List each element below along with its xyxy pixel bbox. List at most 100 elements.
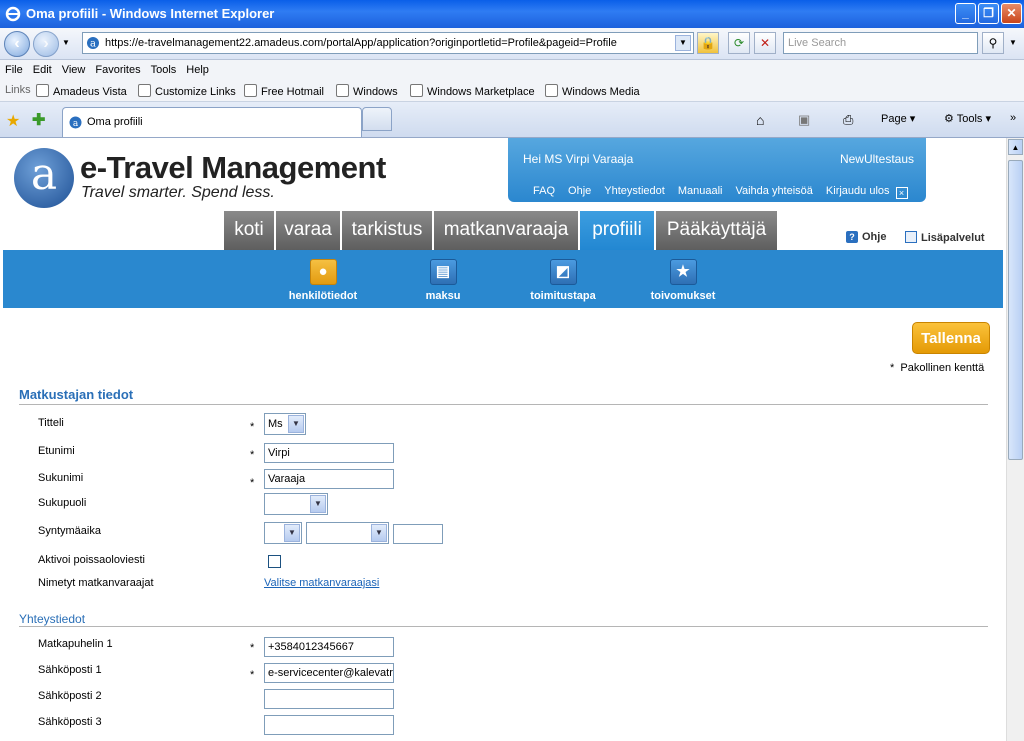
required-star: * — [250, 477, 255, 489]
search-input[interactable]: Live Search — [783, 32, 978, 54]
ie-logo-icon — [5, 6, 21, 22]
faq-link[interactable]: FAQ — [533, 185, 555, 197]
email2-input[interactable] — [264, 689, 394, 709]
address-bar[interactable]: a https://e-travelmanagement22.amadeus.c… — [82, 32, 694, 54]
user-greeting: Hei MS Virpi Varaaja — [523, 152, 634, 166]
subnav-payment[interactable]: ▤ maksu — [408, 259, 478, 302]
birth-year-input[interactable] — [393, 524, 443, 544]
switch-community-link[interactable]: Vaihda yhteisöä — [735, 185, 812, 197]
menu-edit[interactable]: Edit — [28, 60, 57, 76]
label-email3: Sähköposti 3 — [38, 716, 102, 728]
label-first-name: Etunimi — [38, 445, 75, 457]
favorites-star-icon[interactable]: ★ — [6, 111, 20, 131]
site-header: a e-Travel Management Travel smarter. Sp… — [0, 138, 1006, 250]
feeds-icon[interactable]: ▣ — [798, 112, 810, 128]
help-link-right[interactable]: ? Ohje — [846, 231, 886, 243]
links-label: Links — [5, 84, 31, 96]
tab-koti[interactable]: koti — [224, 211, 274, 250]
link-label: Customize Links — [155, 86, 236, 98]
maximize-button[interactable]: ❐ — [978, 3, 999, 24]
stop-icon[interactable]: ✕ — [754, 32, 776, 54]
tab-varaa[interactable]: varaa — [274, 211, 340, 250]
link-windows-media[interactable]: Windows Media — [545, 84, 640, 98]
brand-tagline: Travel smarter. Spend less. — [81, 184, 275, 201]
gender-select[interactable]: ▼ — [264, 493, 328, 515]
link-amadeus-vista[interactable]: Amadeus Vista — [36, 84, 127, 98]
add-favorites-icon[interactable]: ✚ — [32, 110, 45, 130]
scroll-thumb[interactable] — [1008, 160, 1023, 460]
birth-day-select[interactable]: ▼ — [264, 522, 302, 544]
help-link[interactable]: Ohje — [568, 185, 591, 197]
forward-button[interactable]: › — [33, 31, 59, 57]
email3-input[interactable] — [264, 715, 394, 735]
tab-matkanvaraaja[interactable]: matkanvaraaja — [432, 211, 578, 250]
logout-close-icon[interactable]: × — [895, 187, 908, 199]
label-last-name: Sukunimi — [38, 472, 84, 484]
choose-agents-link[interactable]: Valitse matkanvaraajasi — [264, 577, 379, 589]
new-tab-button[interactable] — [362, 107, 392, 131]
menu-file[interactable]: File — [0, 60, 28, 76]
search-icon[interactable]: ⚲ — [982, 32, 1004, 54]
address-dropdown-icon[interactable]: ▼ — [675, 35, 691, 51]
link-windows[interactable]: Windows — [336, 84, 398, 98]
link-label: Free Hotmail — [261, 86, 324, 98]
scroll-up-icon[interactable]: ▲ — [1008, 139, 1023, 155]
manual-link[interactable]: Manuaali — [678, 185, 723, 197]
mandatory-note: * Pakollinen kenttä — [890, 362, 984, 374]
logout-link[interactable]: Kirjaudu ulos — [826, 185, 890, 197]
menu-view[interactable]: View — [57, 60, 91, 76]
contact-link[interactable]: Yhteystiedot — [604, 185, 665, 197]
subnav-preferences[interactable]: ★ toivomukset — [643, 259, 723, 302]
menu-tools[interactable]: Tools — [146, 60, 182, 76]
last-name-input[interactable]: Varaaja — [264, 469, 394, 489]
close-window-button[interactable]: ✕ — [1001, 3, 1022, 24]
browser-tab-active[interactable]: a Oma profiili — [62, 107, 362, 137]
tools-menu[interactable]: ⚙ Tools ▾ — [944, 112, 991, 125]
subnav-label: toimitustapa — [530, 290, 596, 302]
menu-favorites[interactable]: Favorites — [90, 60, 145, 76]
link-windows-marketplace[interactable]: Windows Marketplace — [410, 84, 535, 98]
address-toolbar: ‹ › ▼ a https://e-travelmanagement22.ama… — [0, 28, 1024, 60]
print-icon[interactable]: ⎙ — [843, 112, 853, 128]
toolbar-overflow-icon[interactable]: » — [1010, 112, 1016, 124]
person-icon: ● — [309, 259, 337, 285]
history-dropdown-icon[interactable]: ▼ — [62, 38, 70, 47]
page-menu[interactable]: Page ▾ — [881, 112, 915, 125]
email1-input[interactable]: e-servicecenter@kalevatravel.fi — [264, 663, 394, 683]
links-bar: Links Amadeus Vista Customize Links Free… — [0, 81, 1024, 102]
birth-month-select[interactable]: ▼ — [306, 522, 389, 544]
out-of-office-checkbox[interactable] — [268, 555, 281, 568]
subnav-delivery[interactable]: ◩ toimitustapa — [523, 259, 603, 302]
tab-profiili[interactable]: profiili — [578, 211, 654, 250]
help-icon: ? — [846, 231, 858, 243]
extra-services-link[interactable]: Lisäpalvelut — [905, 231, 985, 244]
save-button[interactable]: Tallenna — [912, 322, 990, 354]
tab-paakayttaja[interactable]: Pääkäyttäjä — [654, 211, 777, 250]
home-icon[interactable]: ⌂ — [756, 112, 764, 128]
section-contact-info: Yhteystiedot — [19, 612, 86, 626]
page-scrollbar[interactable]: ▲ — [1006, 138, 1024, 741]
refresh-icon[interactable]: ⟳ — [728, 32, 750, 54]
minimize-button[interactable]: _ — [955, 3, 976, 24]
link-customize-links[interactable]: Customize Links — [138, 84, 236, 98]
link-free-hotmail[interactable]: Free Hotmail — [244, 84, 324, 98]
menu-bar: File Edit View Favorites Tools Help — [0, 60, 1024, 81]
section-traveller-info: Matkustajan tiedot — [19, 387, 134, 402]
subnav-personal-info[interactable]: ● henkilötiedot — [283, 259, 363, 302]
link-label: Windows Media — [562, 86, 640, 98]
mandatory-star: * — [890, 362, 895, 374]
search-options-icon[interactable]: ▼ — [1009, 38, 1017, 47]
tab-tarkistus[interactable]: tarkistus — [340, 211, 432, 250]
tab-favicon-icon: a — [69, 116, 82, 129]
menu-help[interactable]: Help — [181, 60, 214, 76]
label-title: Titteli — [38, 417, 64, 429]
label-assigned-agents: Nimetyt matkanvaraajat — [38, 577, 154, 589]
title-select[interactable]: Ms ▼ — [264, 413, 306, 435]
chevron-down-icon: ▼ — [288, 415, 304, 433]
back-button[interactable]: ‹ — [4, 31, 30, 57]
address-url: https://e-travelmanagement22.amadeus.com… — [105, 37, 617, 49]
first-name-input[interactable]: Virpi — [264, 443, 394, 463]
section-divider — [19, 626, 988, 627]
lock-icon[interactable]: 🔒 — [697, 32, 719, 54]
mobile1-input[interactable]: +3584012345667 — [264, 637, 394, 657]
